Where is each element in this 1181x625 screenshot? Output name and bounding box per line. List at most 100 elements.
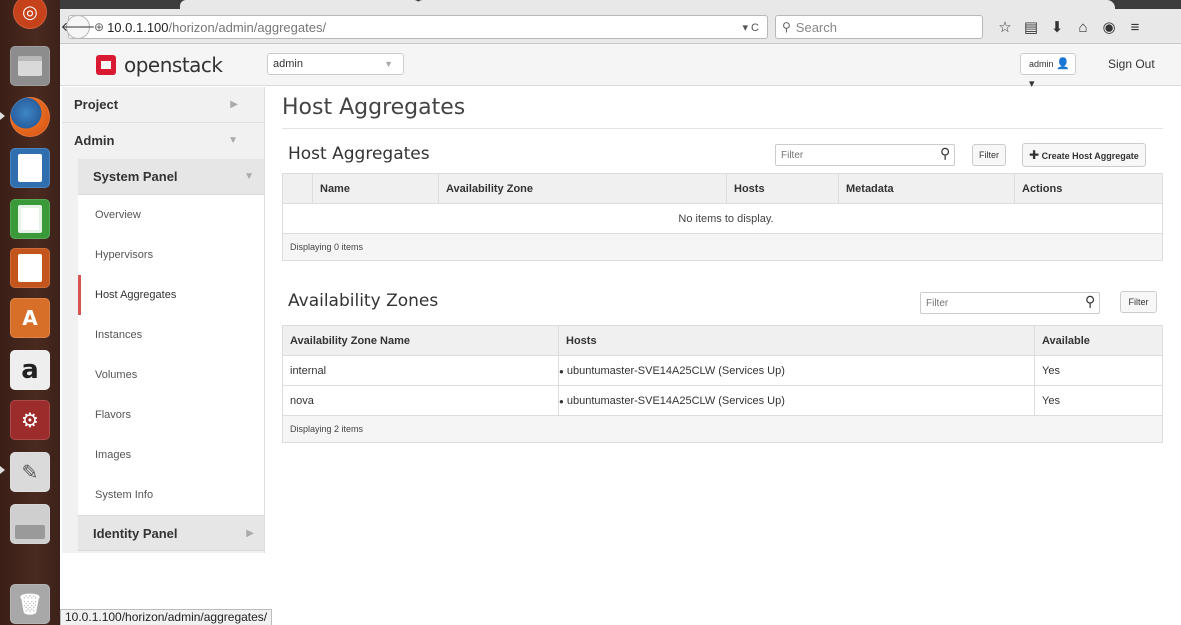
zone-available-cell: Yes bbox=[1034, 385, 1163, 416]
select-column-header bbox=[282, 173, 313, 204]
sidebar: Project ▶ Admin ▼ System Panel ▼ Overvie… bbox=[62, 87, 265, 553]
openstack-logo-icon bbox=[96, 55, 116, 75]
table-row: No items to display. bbox=[282, 203, 1163, 234]
trash-icon[interactable]: 🗑 bbox=[6, 582, 54, 625]
home-icon[interactable]: ⌂ bbox=[1070, 19, 1096, 36]
aggregates-table: Name Availability Zone Hosts Metadata Ac… bbox=[282, 173, 1163, 261]
column-header[interactable]: Name bbox=[312, 173, 439, 204]
sidebar-item-instances[interactable]: Instances bbox=[78, 315, 264, 355]
sidebar-item-project[interactable]: Project ▶ bbox=[62, 87, 264, 123]
sidebar-panel-system[interactable]: System Panel ▼ bbox=[78, 159, 264, 195]
search-input[interactable]: ⚲ Search bbox=[775, 15, 983, 39]
sidebar-item-label: Overview bbox=[95, 209, 141, 221]
running-indicator bbox=[0, 466, 5, 474]
aggregates-header: Host Aggregates ⚲ Filter ✚ Create Host A… bbox=[282, 139, 1163, 171]
search-icon[interactable]: ⚲ bbox=[940, 145, 950, 162]
address-bar[interactable]: 🡐 ⊕ 10.0.1.100/horizon/admin/aggregates/… bbox=[61, 15, 768, 39]
sidebar-item-overview[interactable]: Overview bbox=[78, 195, 264, 235]
downloads-icon[interactable]: ⬇ bbox=[1044, 18, 1070, 36]
column-header[interactable]: Hosts bbox=[726, 173, 839, 204]
sidebar-panel-label: Identity Panel bbox=[93, 526, 178, 541]
chevron-down-icon: ▼ bbox=[228, 135, 238, 146]
zones-filter-button[interactable]: Filter bbox=[1120, 291, 1157, 313]
zone-name-cell: nova bbox=[282, 385, 559, 416]
chevron-right-icon: ▶ bbox=[246, 528, 254, 539]
status-bar-url: 10.0.1.100/horizon/admin/aggregates/ bbox=[60, 609, 273, 625]
sidebar-item-label: Admin bbox=[74, 133, 115, 148]
sidebar-item-volumes[interactable]: Volumes bbox=[78, 355, 264, 395]
sidebar-item-label: Hypervisors bbox=[95, 249, 154, 261]
column-header: Actions bbox=[1014, 173, 1163, 204]
sidebar-item-host-aggregates[interactable]: Host Aggregates bbox=[78, 275, 264, 315]
browser-tab-active[interactable] bbox=[415, 0, 1115, 9]
firefox-icon[interactable] bbox=[6, 95, 54, 139]
chat-icon[interactable]: ◉ bbox=[1096, 18, 1122, 36]
column-header[interactable]: Availability Zone bbox=[438, 173, 727, 204]
calc-icon[interactable] bbox=[6, 197, 54, 241]
column-header[interactable]: Hosts bbox=[558, 325, 1035, 356]
project-selector[interactable]: admin ▼ bbox=[267, 53, 404, 75]
user-menu[interactable]: admin 👤▾ bbox=[1020, 53, 1076, 90]
sidebar-item-images[interactable]: Images bbox=[78, 435, 264, 475]
project-selector-value: admin bbox=[273, 58, 303, 70]
chevron-down-icon: ▼ bbox=[244, 171, 254, 182]
section-title: Availability Zones bbox=[288, 291, 439, 311]
url-path: /horizon/admin/aggregates/ bbox=[168, 19, 327, 35]
search-icon[interactable]: ⚲ bbox=[1085, 293, 1095, 310]
browser-toolbar: 🡐 ⊕ 10.0.1.100/horizon/admin/aggregates/… bbox=[60, 0, 1181, 44]
column-header[interactable]: Available bbox=[1034, 325, 1163, 356]
table-header-row: Availability Zone Name Hosts Available bbox=[282, 325, 1163, 356]
sidebar-panel-identity[interactable]: Identity Panel ▶ bbox=[78, 515, 264, 551]
column-header[interactable]: Availability Zone Name bbox=[282, 325, 559, 356]
aggregates-filter-button[interactable]: Filter bbox=[972, 144, 1006, 166]
sidebar-item-label: System Info bbox=[95, 489, 154, 501]
writer-icon[interactable] bbox=[6, 146, 54, 190]
openstack-logo[interactable]: openstack bbox=[96, 53, 223, 77]
files-icon[interactable] bbox=[6, 44, 54, 88]
page-title: Host Aggregates bbox=[282, 95, 1163, 129]
impress-icon[interactable] bbox=[6, 246, 54, 290]
table-row: nova ● ubuntumaster-SVE14A25CLW (Services… bbox=[282, 385, 1163, 416]
table-footer: Displaying 0 items bbox=[282, 233, 1163, 261]
drive-icon[interactable] bbox=[6, 502, 54, 546]
zone-hosts-cell: ● ubuntumaster-SVE14A25CLW (Services Up) bbox=[558, 385, 1035, 416]
url-host: 10.0.1.100 bbox=[107, 19, 169, 35]
sidebar-item-label: Project bbox=[74, 97, 119, 112]
search-icon: ⚲ bbox=[782, 20, 791, 34]
search-placeholder: Search bbox=[795, 19, 837, 35]
software-center-icon[interactable]: A bbox=[6, 296, 54, 340]
globe-icon: ⊕ bbox=[94, 20, 105, 34]
create-host-aggregate-button[interactable]: ✚ Create Host Aggregate bbox=[1022, 143, 1146, 167]
zone-available-cell: Yes bbox=[1034, 355, 1163, 386]
amazon-icon[interactable]: a bbox=[6, 348, 54, 392]
zones-filter-input[interactable] bbox=[920, 292, 1100, 314]
chevron-down-icon: ▼ bbox=[384, 59, 393, 69]
aggregates-filter-input[interactable] bbox=[775, 144, 955, 166]
tab-strip bbox=[60, 0, 1181, 9]
bullet-icon: ● bbox=[559, 396, 564, 406]
sidebar-item-system-info[interactable]: System Info bbox=[78, 475, 264, 515]
text-editor-icon[interactable]: ✎ bbox=[6, 450, 54, 494]
sidebar-item-hypervisors[interactable]: Hypervisors bbox=[78, 235, 264, 275]
menu-icon[interactable]: ≡ bbox=[1122, 19, 1148, 36]
system-settings-icon[interactable]: ⚙ bbox=[6, 398, 54, 442]
column-header[interactable]: Metadata bbox=[838, 173, 1015, 204]
bookmark-star-icon[interactable]: ☆ bbox=[992, 18, 1018, 36]
sign-out-link[interactable]: Sign Out bbox=[1108, 57, 1155, 71]
zone-host-text: ubuntumaster-SVE14A25CLW (Services Up) bbox=[566, 364, 785, 377]
running-indicator bbox=[0, 112, 5, 120]
sidebar-item-label: Flavors bbox=[95, 409, 132, 421]
reload-icon[interactable]: ▾ C bbox=[742, 21, 759, 34]
table-row: internal ● ubuntumaster-SVE14A25CLW (Serv… bbox=[282, 355, 1163, 386]
table-footer-count: Displaying 0 items bbox=[282, 233, 1163, 261]
back-arrow-icon[interactable]: 🡐 bbox=[61, 15, 95, 39]
plus-icon: ✚ bbox=[1029, 148, 1040, 162]
chevron-right-icon: ▶ bbox=[230, 99, 238, 110]
sidebar-item-flavors[interactable]: Flavors bbox=[78, 395, 264, 435]
bookmarks-menu-icon[interactable]: ▤ bbox=[1018, 18, 1044, 36]
ubuntu-launcher: ◎ A a ⚙ ✎ 🗑 bbox=[0, 0, 60, 625]
browser-tab[interactable] bbox=[180, 0, 420, 9]
sidebar-item-admin[interactable]: Admin ▼ bbox=[62, 123, 264, 159]
ubuntu-dash-icon[interactable]: ◎ bbox=[6, 0, 54, 34]
bullet-icon: ● bbox=[559, 366, 564, 376]
